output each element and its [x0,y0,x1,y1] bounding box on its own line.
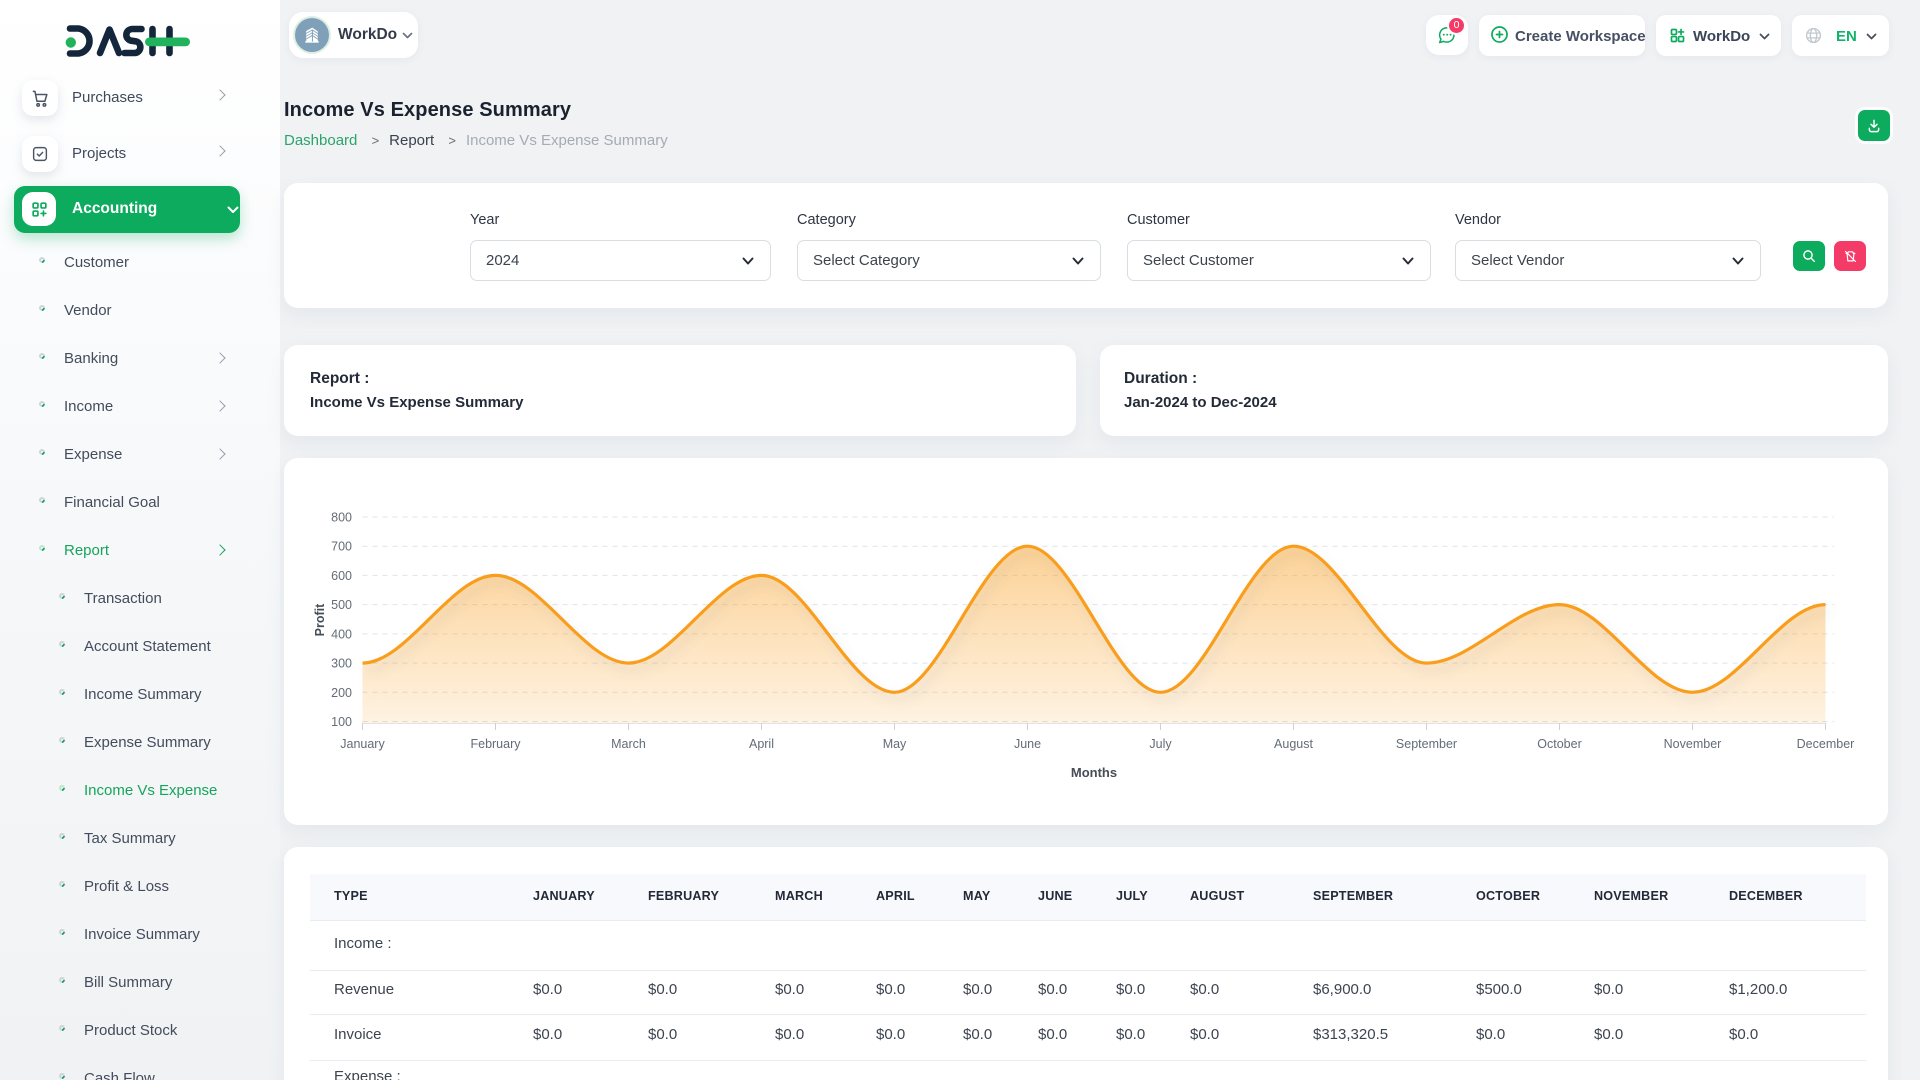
svg-text:October: October [1537,737,1581,751]
svg-text:February: February [470,737,521,751]
svg-text:April: April [749,737,774,751]
svg-text:March: March [611,737,646,751]
svg-text:200: 200 [331,686,352,700]
svg-text:January: January [340,737,385,751]
svg-text:August: August [1274,737,1313,751]
svg-text:June: June [1014,737,1041,751]
svg-text:700: 700 [331,540,352,554]
svg-text:Months: Months [1071,765,1117,780]
svg-text:600: 600 [331,569,352,583]
svg-text:November: November [1664,737,1722,751]
svg-text:Profit: Profit [313,603,327,636]
svg-text:December: December [1797,737,1855,751]
svg-text:100: 100 [331,715,352,729]
svg-text:May: May [883,737,907,751]
svg-text:400: 400 [331,627,352,641]
svg-text:July: July [1149,737,1172,751]
svg-text:300: 300 [331,657,352,671]
svg-text:September: September [1396,737,1457,751]
svg-text:500: 500 [331,598,352,612]
svg-text:800: 800 [331,511,352,525]
